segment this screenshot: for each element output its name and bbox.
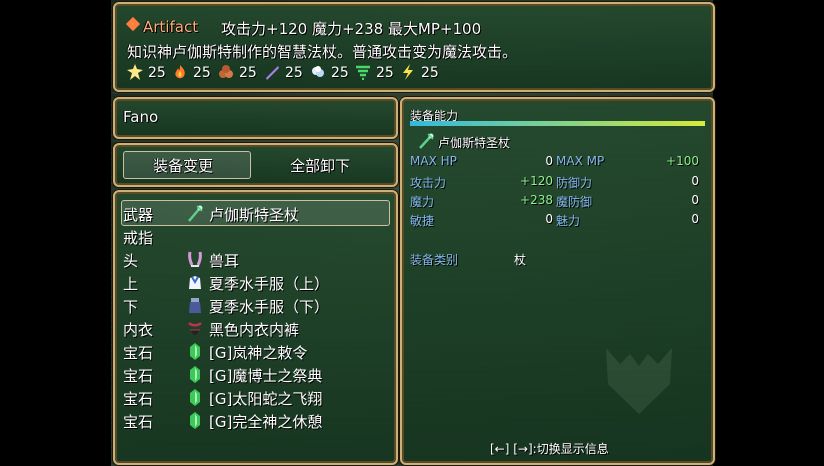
fire-icon: [175, 65, 185, 79]
slot-item-name: 夏季水手服（下）: [209, 298, 330, 316]
slot-item-name: [G]太阳蛇之飞翔: [209, 390, 323, 408]
slot-row-gem-3[interactable]: 宝石 [G]太阳蛇之飞翔: [115, 386, 396, 409]
slot-row-gem-1[interactable]: 宝石 [G]岚神之敕令: [115, 340, 396, 363]
slot-label: 武器: [123, 206, 154, 224]
ice-icon: [312, 66, 324, 77]
slot-label: 内衣: [123, 321, 154, 339]
stat-label-defense: 防御力: [556, 176, 593, 190]
actor-name: Fano: [123, 108, 159, 126]
slot-item-name: 黑色内衣内裤: [209, 321, 300, 339]
tornado-icon: [356, 65, 370, 80]
item-help-window: Artifact 攻击力+120 魔力+238 最大MP+100 知识神卢伽斯特…: [113, 2, 715, 92]
slot-row-bottom[interactable]: 下 夏季水手服（下）: [115, 294, 396, 317]
slot-label: 宝石: [123, 344, 154, 362]
stat-value-max-mp: +100: [666, 154, 699, 168]
slot-label: 戒指: [123, 229, 154, 247]
slot-label: 下: [123, 298, 139, 316]
equip-type-label: 装备类别: [410, 253, 459, 267]
slot-label: 宝石: [123, 367, 154, 385]
equip-command-window: 装备变更 全部卸下: [113, 143, 398, 187]
bunny-ears-icon: [188, 251, 202, 267]
earth-icon: [219, 65, 233, 78]
lightning-icon: [403, 64, 413, 80]
stat-value-agility: 0: [545, 212, 553, 226]
equip-command-button[interactable]: 装备变更: [153, 155, 213, 176]
stat-label-attack: 攻击力: [410, 176, 447, 190]
slot-label: 头: [123, 252, 139, 270]
slot-item-name: [G]岚神之敕令: [209, 344, 308, 362]
stat-label-magic: 魔力: [410, 195, 435, 209]
slot-item-name: [G]完全神之休憩: [209, 413, 323, 431]
sailor-top-icon: [189, 276, 201, 289]
staff-icon: [419, 133, 434, 149]
green-gem-icon: [190, 343, 200, 360]
staff-icon: [188, 205, 203, 222]
stat-label-agility: 敏捷: [410, 214, 435, 228]
green-gem-icon: [190, 389, 200, 406]
slot-item-name: 夏季水手服（上）: [209, 275, 330, 293]
green-gem-icon: [190, 412, 200, 429]
slot-item-name: 兽耳: [209, 252, 240, 270]
stat-value-charm: 0: [691, 212, 699, 226]
header-gauge: [410, 121, 705, 126]
stat-label-max-hp: MAX HP: [410, 154, 457, 168]
unequip-all-command-button[interactable]: 全部卸下: [290, 155, 350, 176]
item-effect-line: 攻击力+120 魔力+238 最大MP+100: [221, 20, 482, 38]
stat-label-magic-defense: 魔防御: [556, 195, 593, 209]
underwear-icon: [188, 322, 202, 335]
burst-icon: [127, 64, 143, 80]
slot-label: 宝石: [123, 390, 154, 408]
item-type-diamond-icon: [125, 16, 141, 32]
wind-icon: [266, 66, 279, 80]
emblem-watermark-icon: [606, 348, 672, 414]
slot-label: 宝石: [123, 413, 154, 431]
stat-value-magic: +238: [520, 193, 553, 207]
slot-row-ring[interactable]: 戒指: [115, 225, 396, 248]
equipment-slots-window: 武器 卢伽斯特圣杖 戒指 头 兽耳 上 夏季水手服（上） 下 夏季水手服（下） …: [113, 190, 398, 465]
stat-value-max-hp: 0: [545, 154, 553, 168]
slot-row-top[interactable]: 上 夏季水手服（上）: [115, 271, 396, 294]
slot-row-weapon[interactable]: 武器 卢伽斯特圣杖: [115, 202, 396, 225]
selected-item-name: 卢伽斯特圣杖: [438, 136, 511, 150]
stat-label-max-mp: MAX MP: [556, 154, 605, 168]
equip-type-value: 杖: [514, 253, 527, 267]
stat-label-charm: 魅力: [556, 214, 581, 228]
slot-row-gem-4[interactable]: 宝石 [G]完全神之休憩: [115, 409, 396, 432]
slot-row-gem-2[interactable]: 宝石 [G]魔博士之祭典: [115, 363, 396, 386]
sailor-bottom-icon: [189, 298, 201, 313]
slot-label: 上: [123, 275, 139, 293]
slot-row-head[interactable]: 头 兽耳: [115, 248, 396, 271]
slot-item-name: [G]魔博士之祭典: [209, 367, 323, 385]
stat-value-magic-defense: 0: [691, 193, 699, 207]
item-description: 知识神卢伽斯特制作的智慧法杖。普通攻击变为魔法攻击。: [127, 43, 518, 61]
item-type-label: Artifact: [143, 18, 199, 36]
stat-value-attack: +120: [520, 174, 553, 188]
green-gem-icon: [190, 366, 200, 383]
slot-item-name: 卢伽斯特圣杖: [209, 206, 300, 224]
slot-row-underwear[interactable]: 内衣 黑色内衣内裤: [115, 317, 396, 340]
stat-value-defense: 0: [691, 174, 699, 188]
equip-status-window: 装备能力 卢伽斯特圣杖 MAX HP 0 攻击力 +120 魔力 +238 敏捷…: [400, 97, 715, 465]
actor-name-window: Fano: [113, 97, 398, 139]
switch-info-hint: [←] [→]:切换显示信息: [490, 442, 609, 456]
